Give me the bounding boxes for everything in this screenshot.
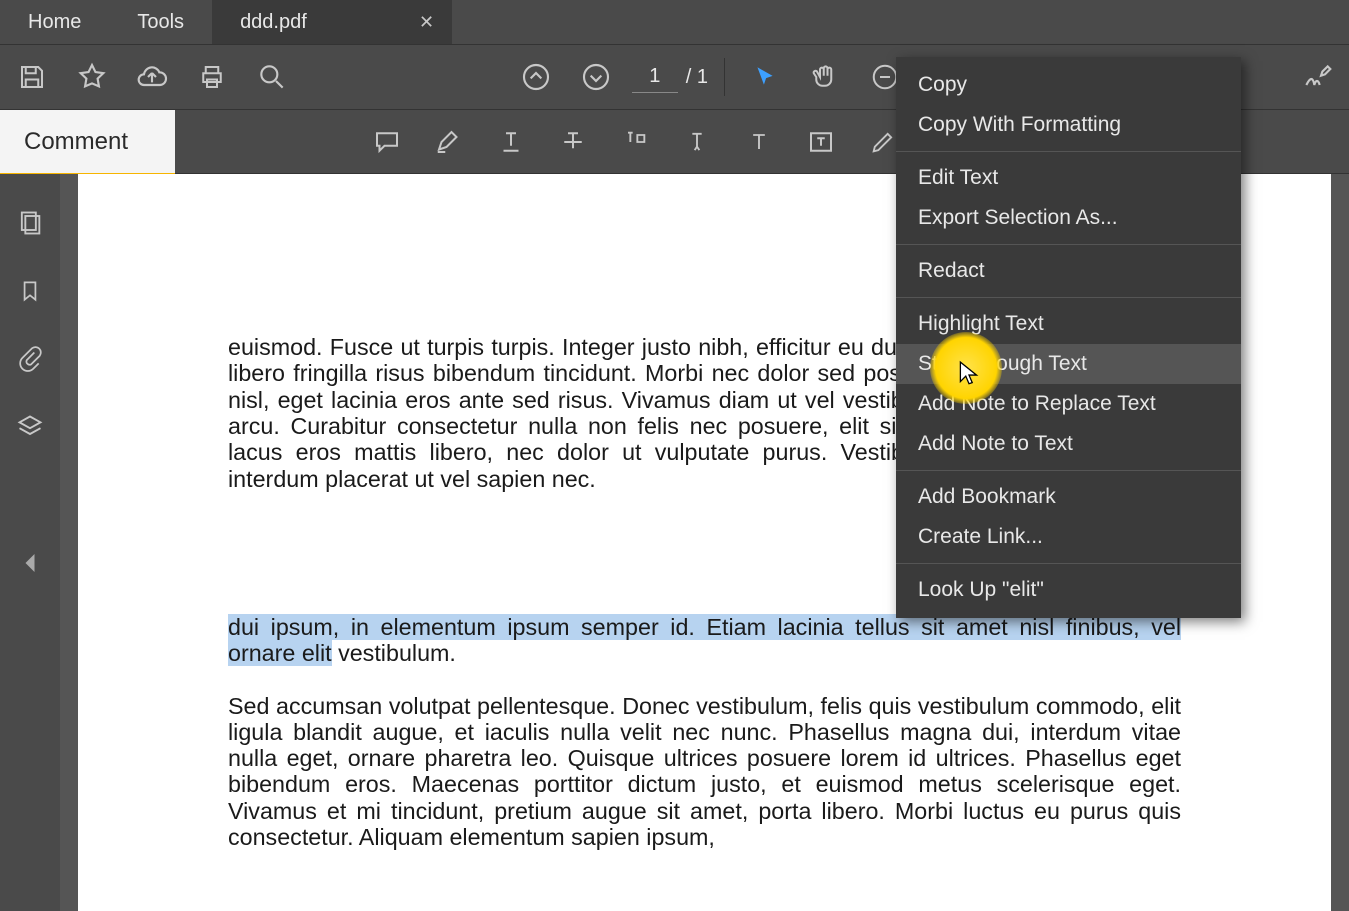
tab-document-label: ddd.pdf (240, 11, 307, 34)
replace-text-icon[interactable] (613, 120, 657, 164)
cm-add-note-text[interactable]: Add Note to Text (896, 424, 1241, 464)
sticky-note-icon[interactable] (365, 120, 409, 164)
collapse-rail-icon[interactable] (23, 554, 37, 572)
paragraph-3: Sed accumsan volutpat pellentesque. Done… (228, 693, 1181, 851)
cm-separator (896, 244, 1241, 245)
tabs-bar: Home Tools ddd.pdf ✕ (0, 0, 1349, 44)
cm-copy[interactable]: Copy (896, 65, 1241, 105)
cloud-upload-icon[interactable] (128, 53, 176, 101)
paragraph-2-rest: vestibulum. (332, 640, 456, 666)
selection-tool-icon[interactable] (741, 53, 789, 101)
attachment-icon[interactable] (11, 340, 49, 378)
add-text-icon[interactable] (737, 120, 781, 164)
left-rail (0, 174, 60, 911)
cm-redact[interactable]: Redact (896, 251, 1241, 291)
cm-separator (896, 563, 1241, 564)
cm-highlight-text[interactable]: Highlight Text (896, 304, 1241, 344)
print-icon[interactable] (188, 53, 236, 101)
strikethrough-icon[interactable] (551, 120, 595, 164)
cm-export-selection[interactable]: Export Selection As... (896, 198, 1241, 238)
cm-separator (896, 151, 1241, 152)
cm-strikethrough-text[interactable]: Strikethrough Text (896, 344, 1241, 384)
paragraph-2: dui ipsum, in elementum ipsum semper id.… (228, 614, 1181, 667)
star-icon[interactable] (68, 53, 116, 101)
sign-icon[interactable] (1293, 53, 1341, 101)
page-up-icon[interactable] (512, 53, 560, 101)
page-total-label: / 1 (686, 66, 708, 89)
tab-tools[interactable]: Tools (109, 0, 212, 44)
underline-text-icon[interactable] (489, 120, 533, 164)
context-menu: Copy Copy With Formatting Edit Text Expo… (896, 57, 1241, 618)
page-current-input[interactable] (632, 61, 678, 93)
cm-copy-formatting[interactable]: Copy With Formatting (896, 105, 1241, 145)
page-navigation: / 1 (632, 61, 708, 93)
search-icon[interactable] (248, 53, 296, 101)
tab-home[interactable]: Home (0, 0, 109, 44)
insert-text-icon[interactable] (675, 120, 719, 164)
save-icon[interactable] (8, 53, 56, 101)
separator (724, 58, 725, 96)
tab-document[interactable]: ddd.pdf ✕ (212, 0, 452, 44)
thumbnails-icon[interactable] (11, 204, 49, 242)
cm-edit-text[interactable]: Edit Text (896, 158, 1241, 198)
layers-icon[interactable] (11, 408, 49, 446)
text-box-icon[interactable] (799, 120, 843, 164)
page-down-icon[interactable] (572, 53, 620, 101)
cm-look-up[interactable]: Look Up "elit" (896, 570, 1241, 610)
hand-tool-icon[interactable] (801, 53, 849, 101)
bookmark-icon[interactable] (11, 272, 49, 310)
cm-create-link[interactable]: Create Link... (896, 517, 1241, 557)
cm-add-note-replace[interactable]: Add Note to Replace Text (896, 384, 1241, 424)
close-icon[interactable]: ✕ (419, 12, 434, 33)
comment-mode-label[interactable]: Comment (0, 110, 175, 173)
cm-separator (896, 470, 1241, 471)
highlight-marker-icon[interactable] (427, 120, 471, 164)
cm-add-bookmark[interactable]: Add Bookmark (896, 477, 1241, 517)
cm-separator (896, 297, 1241, 298)
